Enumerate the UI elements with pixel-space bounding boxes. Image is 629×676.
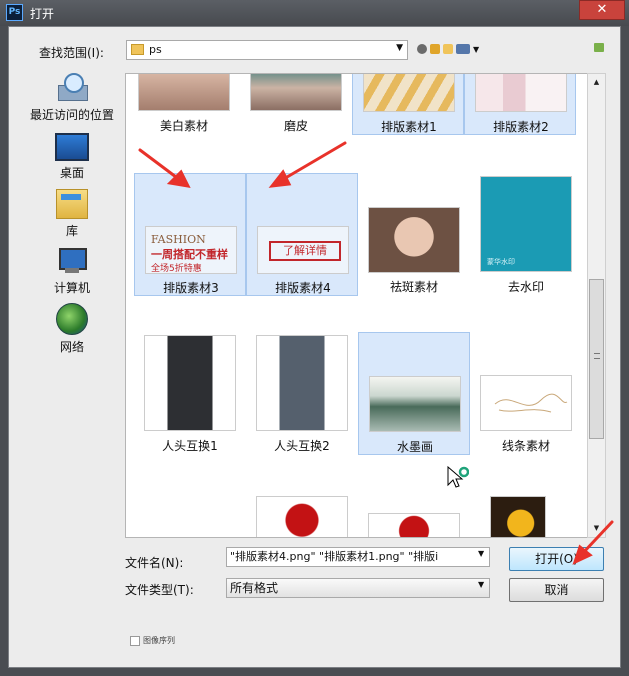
look-in-dropdown[interactable]: ps ▼ <box>126 40 408 60</box>
filetype-dropdown[interactable]: 所有格式 <box>226 578 490 598</box>
file-item[interactable]: FASHION 一周搭配不重样 全场5折特惠 排版素材3 <box>134 173 246 296</box>
chevron-down-icon[interactable]: ▼ <box>473 45 479 54</box>
file-item[interactable]: 人头互换1 <box>134 332 246 455</box>
look-in-value: ps <box>149 43 162 56</box>
file-thumbnail <box>363 74 455 112</box>
filename-input[interactable]: "排版素材4.png" "排版素材1.png" "排版i <box>226 547 490 567</box>
file-name: 去水印 <box>507 280 544 294</box>
file-item[interactable]: 排版素材1 <box>352 74 464 135</box>
thumb-text: 全场5折特惠 <box>151 264 202 274</box>
file-item[interactable]: 排版素材2 <box>464 74 576 135</box>
scroll-up-arrow-icon[interactable]: ▲ <box>588 74 605 91</box>
file-name: 线条素材 <box>501 439 550 453</box>
file-item[interactable]: 线条素材 <box>470 332 582 455</box>
file-thumbnail <box>368 207 460 273</box>
place-label: 库 <box>65 224 78 238</box>
network-icon <box>56 303 88 335</box>
file-item[interactable]: 祛斑素材 <box>358 173 470 296</box>
place-libraries[interactable]: 库 <box>23 189 121 239</box>
file-thumbnail <box>480 375 572 431</box>
file-name: 排版素材2 <box>493 120 549 134</box>
file-thumbnail <box>368 513 460 537</box>
file-name: 祛斑素材 <box>389 280 438 294</box>
window-title: 打开 <box>30 7 55 21</box>
file-item[interactable]: 水墨画 <box>358 332 470 455</box>
folder-icon <box>131 44 144 55</box>
vertical-scrollbar[interactable]: ▲ ▼ <box>587 73 606 538</box>
file-item[interactable]: 美白素材 <box>128 74 240 135</box>
look-in-label: 查找范围(I): <box>39 46 104 60</box>
title-bar: Ps 打开 ✕ <box>0 0 629 26</box>
new-folder-icon[interactable] <box>443 44 453 54</box>
file-thumbnail <box>144 335 236 431</box>
place-label: 桌面 <box>59 166 84 180</box>
place-network[interactable]: 网络 <box>23 303 121 355</box>
file-name: 人头互换2 <box>274 439 330 453</box>
grip-icon <box>594 353 600 359</box>
chevron-down-icon[interactable]: ▼ <box>478 549 484 558</box>
file-thumbnail <box>250 74 342 111</box>
scroll-thumb[interactable] <box>589 279 604 439</box>
file-thumbnail <box>256 496 348 537</box>
place-desktop[interactable]: 桌面 <box>23 133 121 181</box>
file-thumbnail: 了解详情 <box>257 226 349 274</box>
chevron-down-icon: ▼ <box>396 43 403 53</box>
place-label: 网络 <box>59 340 84 354</box>
place-computer[interactable]: 计算机 <box>23 248 121 296</box>
filetype-label: 文件类型(T): <box>125 583 194 597</box>
file-name: 人头互换1 <box>162 439 218 453</box>
file-name: 排版素材1 <box>381 120 437 134</box>
file-thumbnail <box>256 335 348 431</box>
line-art-icon <box>494 393 568 413</box>
desktop-icon <box>55 133 89 161</box>
file-item[interactable] <box>246 493 358 537</box>
up-folder-icon[interactable] <box>430 44 440 54</box>
file-name: 排版素材4 <box>275 281 331 295</box>
file-thumbnail <box>475 74 567 112</box>
file-thumbnail: FASHION 一周搭配不重样 全场5折特惠 <box>145 226 237 274</box>
file-list[interactable]: 美白素材 磨皮 排版素材1 排版素材2 FASHION 一周搭配不重样 全场5折… <box>125 73 606 538</box>
chevron-down-icon[interactable]: ▼ <box>478 580 484 589</box>
adobe-bridge-icon[interactable] <box>594 43 604 52</box>
image-sequence-label: 图像序列 <box>143 636 175 645</box>
file-item[interactable]: 人头互换2 <box>246 332 358 455</box>
file-thumbnail: 蒙华水印 <box>480 176 572 272</box>
thumb-text: 了解详情 <box>269 241 341 261</box>
scroll-down-arrow-icon[interactable]: ▼ <box>588 520 605 537</box>
file-item[interactable]: 蒙华水印 去水印 <box>470 173 582 296</box>
open-dialog: 查找范围(I): ps ▼ ▼ 最近访问的位置 桌面 库 计算机 网络 美白素材… <box>8 26 621 668</box>
thumb-text: 一周搭配不重样 <box>151 248 228 261</box>
photoshop-app-icon: Ps <box>6 4 23 21</box>
file-thumbnail <box>138 74 230 111</box>
image-sequence-checkbox[interactable] <box>130 636 140 646</box>
place-recent[interactable]: 最近访问的位置 <box>23 73 121 123</box>
file-name: 美白素材 <box>159 119 208 133</box>
busy-cursor-icon <box>447 466 469 488</box>
close-button[interactable]: ✕ <box>579 0 625 20</box>
file-item[interactable]: 了解详情 排版素材4 <box>246 173 358 296</box>
computer-icon <box>55 248 89 276</box>
thumb-text: 蒙华水印 <box>487 258 515 266</box>
file-name: 磨皮 <box>283 119 308 133</box>
filename-label: 文件名(N): <box>125 556 184 570</box>
recent-places-icon <box>56 73 88 103</box>
file-item[interactable] <box>358 493 470 537</box>
file-item[interactable] <box>470 493 582 537</box>
back-icon[interactable] <box>417 44 427 54</box>
libraries-icon <box>56 189 88 219</box>
views-menu-icon[interactable] <box>456 44 470 54</box>
thumb-text: FASHION <box>151 233 206 246</box>
nav-toolbar: ▼ <box>417 42 479 56</box>
file-thumbnail <box>490 496 546 537</box>
cancel-button[interactable]: 取消 <box>509 578 604 602</box>
file-name: 排版素材3 <box>163 281 219 295</box>
open-button[interactable]: 打开(O) <box>509 547 604 571</box>
place-label: 最近访问的位置 <box>29 108 114 122</box>
file-name: 水墨画 <box>396 440 433 454</box>
file-item[interactable]: 磨皮 <box>240 74 352 135</box>
place-label: 计算机 <box>53 281 90 295</box>
file-thumbnail <box>369 376 461 432</box>
